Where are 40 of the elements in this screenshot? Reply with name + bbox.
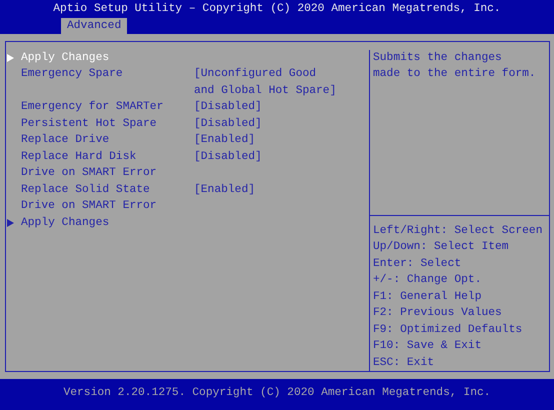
setting-value: [Unconfigured Good	[194, 66, 316, 82]
footer-text: Version 2.20.1275. Copyright (C) 2020 American Megatrends, Inc.	[63, 386, 491, 401]
setting-label: Replace Solid State	[21, 182, 150, 198]
key-hint: Left/Right: Select Screen	[373, 224, 542, 238]
setting-value: [Disabled]	[194, 100, 262, 115]
help-text: Submits the changes	[373, 50, 502, 66]
setting-label: Replace Hard Disk	[21, 150, 136, 164]
setting-row[interactable]: Apply Changes	[6, 50, 369, 66]
tab[interactable]: Advanced	[61, 18, 128, 34]
setting-label: Drive on SMART Error	[21, 166, 157, 181]
key-hint: Up/Down: Select Item	[373, 240, 509, 255]
key-hint: F1: General Help	[373, 290, 482, 304]
setting-row[interactable]: Replace Hard Disk Drive on SMART Error [Disabled]	[6, 148, 369, 182]
setting-row[interactable]: Persistent Hot Spare [Disabled]	[6, 116, 369, 132]
window-title: Aptio Setup Utility – Copyright (C) 2020 American Megatrends, Inc.	[53, 2, 501, 17]
setting-value: [Enabled]	[194, 182, 256, 198]
key-hint: F9: Optimized Defaults	[373, 322, 522, 338]
key-hint: F2: Previous Values	[373, 306, 502, 321]
key-hint: +/-: Change Opt.	[373, 272, 482, 288]
setting-row[interactable]: Apply Changes	[6, 214, 369, 231]
setting-label: Persistent Hot Spare	[21, 116, 157, 132]
setting-label: Apply Changes	[21, 216, 110, 230]
key-hint: ESC: Exit	[373, 356, 434, 370]
setting-label: Apply Changes	[21, 50, 110, 66]
triangle-icon	[7, 54, 14, 62]
setting-label: Emergency for SMARTer	[21, 100, 164, 115]
setting-value: [Enabled]	[194, 132, 256, 148]
setting-value: [Disabled]	[194, 150, 262, 164]
setting-label: Replace Drive	[21, 132, 110, 148]
setting-label: Emergency Spare	[21, 67, 123, 82]
setting-row[interactable]: Emergency Spare [Unconfigured Good and Global Hot Spare]	[6, 66, 369, 99]
setting-label: Drive on SMART Error	[21, 198, 157, 214]
setting-row[interactable]: Replace Drive [Enabled]	[6, 132, 369, 148]
setting-row[interactable]: Emergency for SMARTer [Disabled]	[6, 99, 369, 116]
setting-row[interactable]: Replace Solid State Drive on SMART Error [Enabled]	[6, 182, 369, 214]
help-text: made to the entire form.	[373, 66, 536, 82]
key-hint: F10: Save & Exit	[373, 338, 482, 354]
setting-value: and Global Hot Spare]	[194, 84, 336, 98]
key-hint: Enter: Select	[373, 256, 462, 272]
setting-value: [Disabled]	[194, 116, 262, 132]
